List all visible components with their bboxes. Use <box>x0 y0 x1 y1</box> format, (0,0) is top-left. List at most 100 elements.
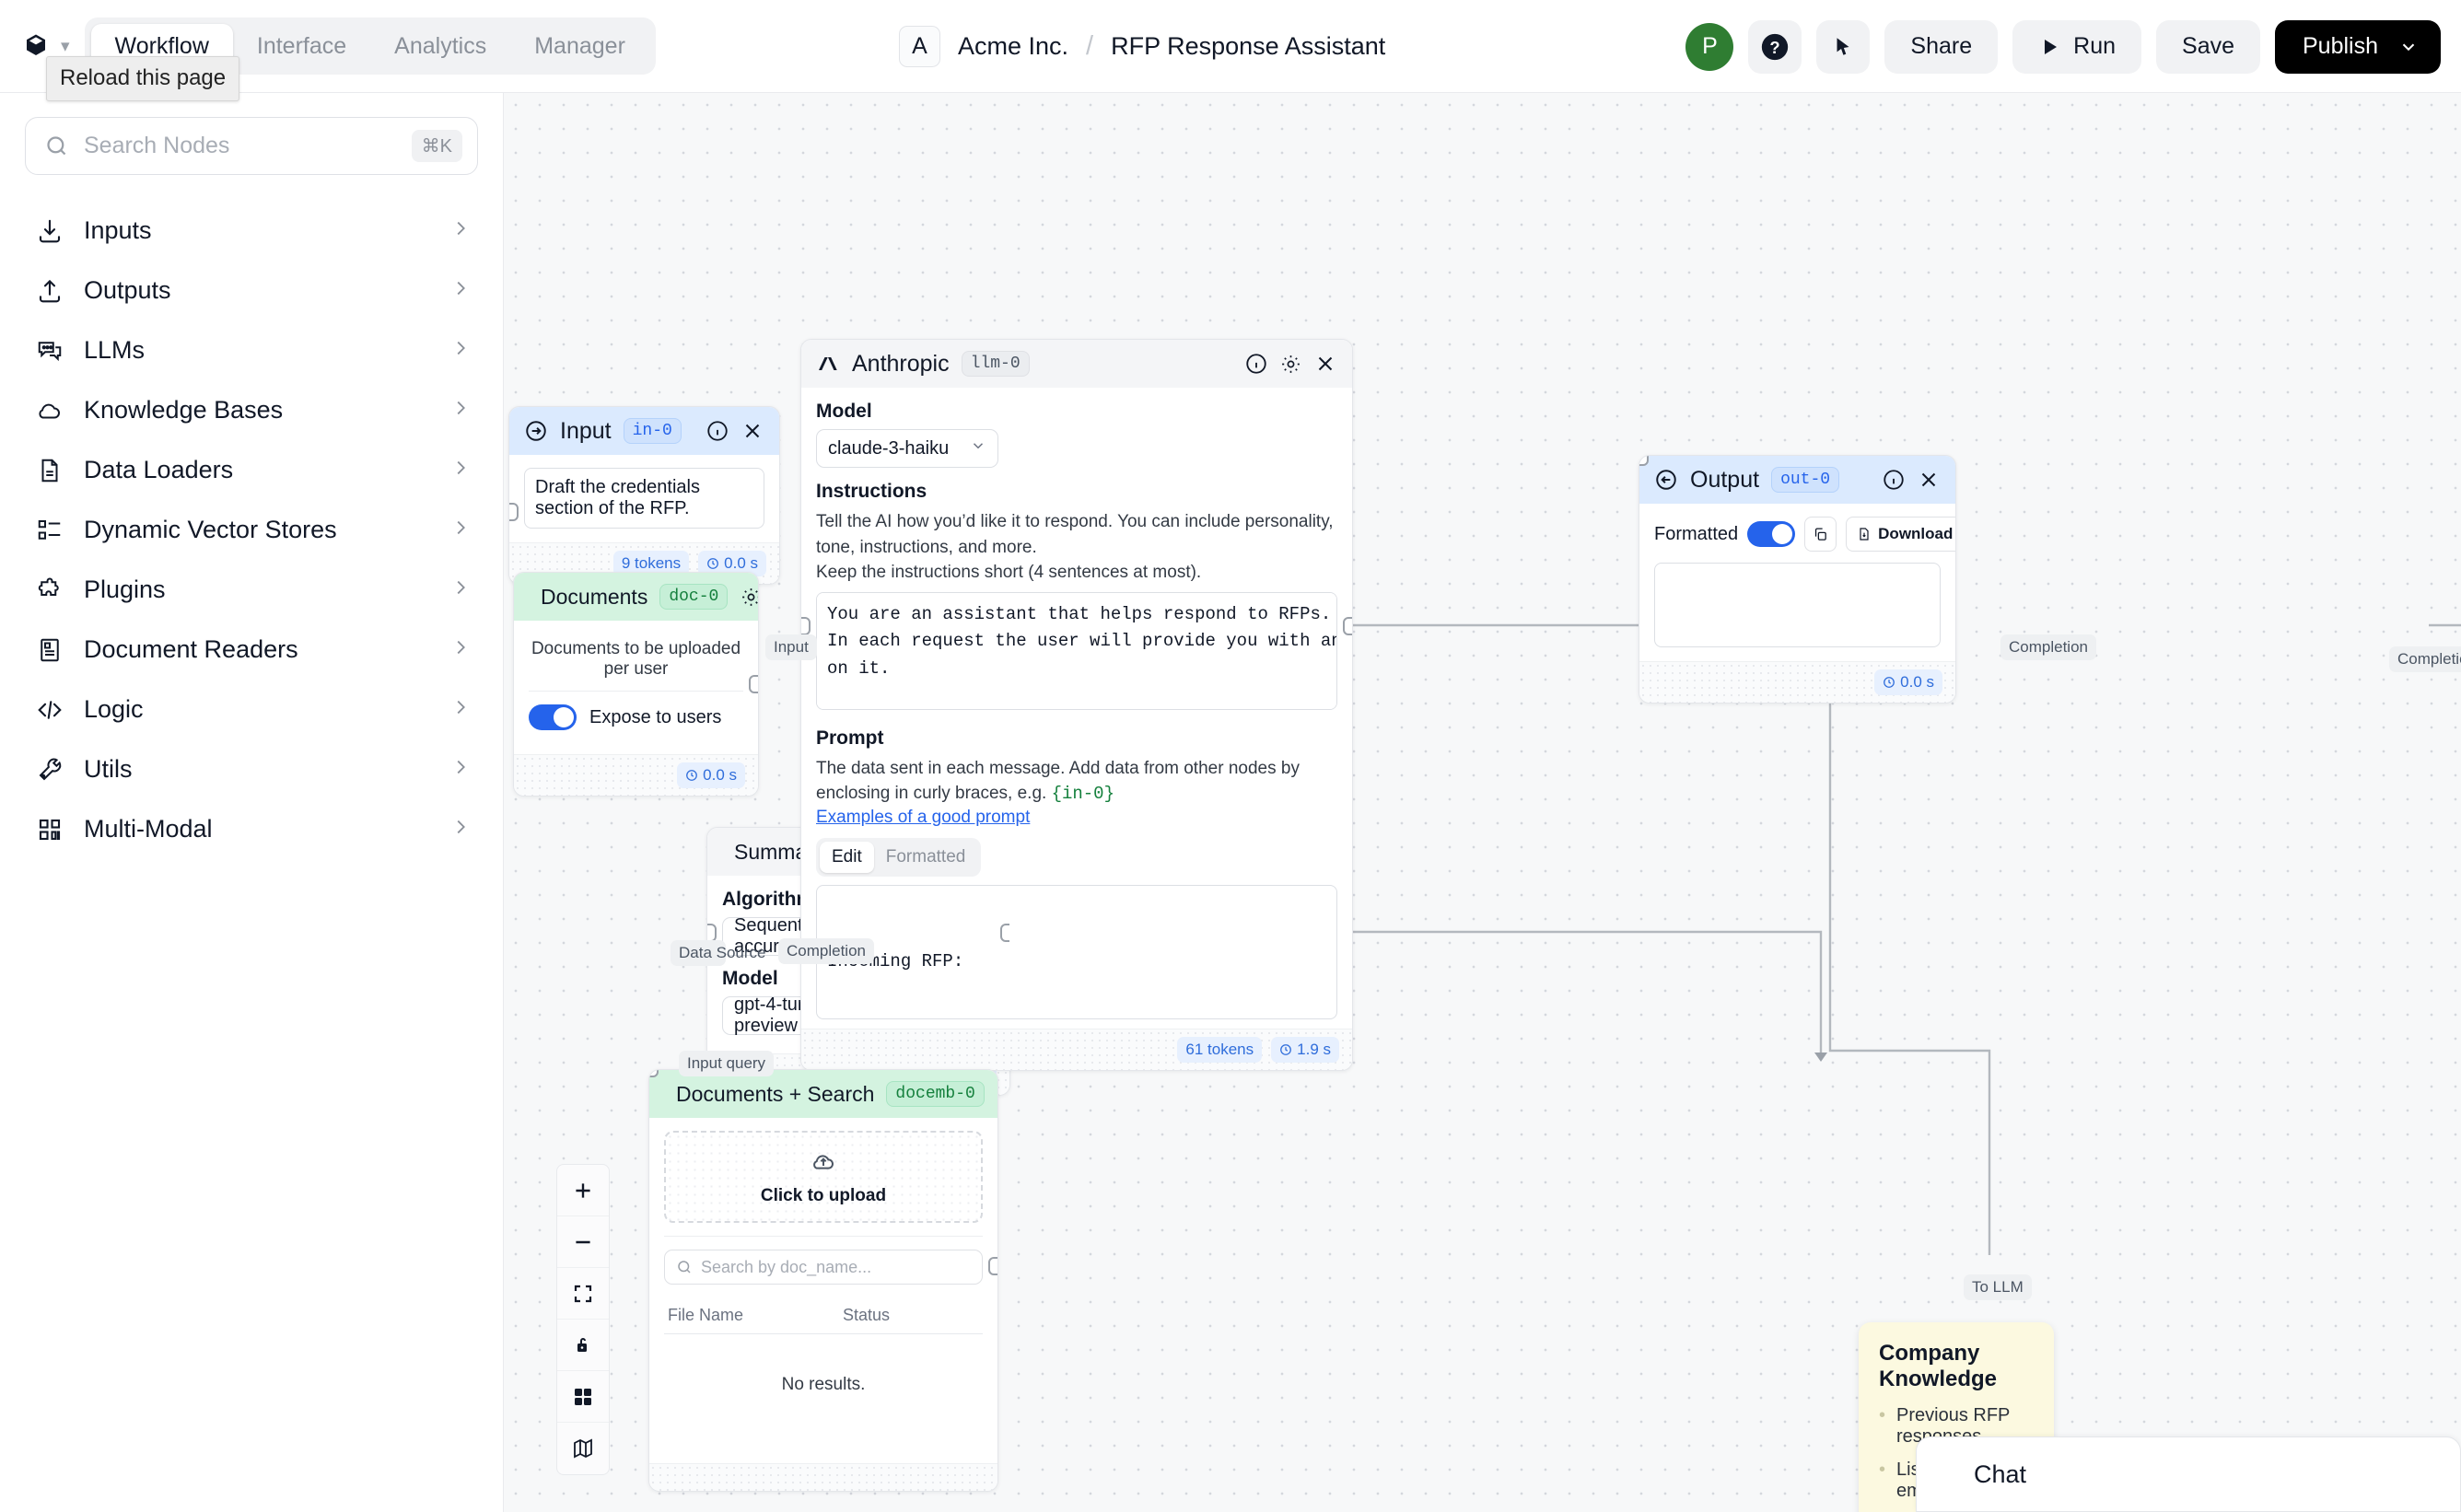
col-status: Status <box>843 1306 891 1324</box>
node-header[interactable]: Documents doc-0 <box>514 573 758 621</box>
search-icon <box>47 136 66 156</box>
grid-button[interactable] <box>557 1371 609 1423</box>
port-anthropic-completion[interactable] <box>1343 617 1352 635</box>
model-select[interactable]: claude-3-haiku <box>816 429 998 468</box>
breadcrumb-org[interactable]: Acme Inc. <box>958 32 1068 61</box>
workflow-canvas[interactable]: Input in-0 9 tokens 0.0 s <box>504 93 2461 1512</box>
node-documents-search[interactable]: Documents + Search docemb-0 Click to upl… <box>648 1069 998 1492</box>
save-button[interactable]: Save <box>2156 19 2260 74</box>
instructions-textarea[interactable] <box>816 591 1337 710</box>
tab-interface[interactable]: Interface <box>233 24 370 68</box>
chevron-down-icon <box>2402 43 2415 51</box>
input-textarea[interactable] <box>524 468 764 529</box>
port-documents-out[interactable] <box>749 675 758 693</box>
anthropic-logo-icon <box>819 357 837 370</box>
sidebar-label: LLMs <box>84 336 146 364</box>
node-header[interactable]: Input in-0 <box>509 407 779 455</box>
expose-to-users-toggle[interactable] <box>529 704 577 730</box>
sidebar-item-logic[interactable]: Logic <box>25 680 478 739</box>
fit-view-button[interactable] <box>557 1268 609 1320</box>
play-icon <box>2045 39 2058 54</box>
close-icon[interactable] <box>1917 468 1941 492</box>
copy-button[interactable] <box>1804 517 1837 552</box>
node-anthropic[interactable]: Anthropic llm-0 Model claude-3-haiku Ins… <box>800 339 1353 1071</box>
workspace-chevron-down-icon[interactable]: ▾ <box>61 36 70 57</box>
port-anthropic-input[interactable] <box>801 617 811 635</box>
formatted-toggle[interactable] <box>1747 521 1796 547</box>
node-header[interactable]: Anthropic llm-0 <box>801 340 1352 388</box>
sidebar-label: Multi-Modal <box>84 815 213 843</box>
sidebar-item-knowledge-bases[interactable]: Knowledge Bases <box>25 380 478 440</box>
zoom-in-button[interactable] <box>557 1165 609 1216</box>
search-shortcut-badge: ⌘K <box>411 130 462 162</box>
sidebar-item-multi-modal[interactable]: Multi-Modal <box>25 799 478 859</box>
sidebar-item-outputs[interactable]: Outputs <box>25 261 478 320</box>
prompt-textarea[interactable]: Incoming RFP: <RFP> {doc-0} </RFP> <box>816 884 1337 1019</box>
port-docsearch-to-llm[interactable] <box>988 1257 997 1275</box>
cursor-tool-button[interactable] <box>1816 19 1871 74</box>
port-label-summarizer-completion: Completion <box>778 938 874 965</box>
chat-panel[interactable]: Chat <box>1916 1436 2461 1512</box>
clock-icon <box>1280 1043 1292 1055</box>
node-tag: docemb-0 <box>886 1081 985 1107</box>
publish-button[interactable]: Publish <box>2275 19 2441 74</box>
minimap-button[interactable] <box>557 1423 609 1474</box>
instructions-hint-line1: Tell the AI how you’d like it to respond… <box>816 512 1334 557</box>
zoom-out-button[interactable] <box>557 1216 609 1268</box>
help-button[interactable]: ? <box>1748 19 1802 74</box>
reload-page-tooltip: Reload this page <box>46 56 240 101</box>
lock-button[interactable] <box>557 1320 609 1371</box>
info-icon[interactable] <box>997 1083 998 1106</box>
clock-icon <box>707 558 719 569</box>
close-icon[interactable] <box>1313 352 1337 376</box>
sidebar-item-data-loaders[interactable]: Data Loaders <box>25 440 478 500</box>
plus-icon <box>576 1182 590 1198</box>
doc-search-input[interactable]: Search by doc_name... <box>664 1250 983 1285</box>
sidebar-item-inputs[interactable]: Inputs <box>25 201 478 261</box>
sidebar-item-document-readers[interactable]: Document Readers <box>25 620 478 680</box>
multimodal-icon <box>36 816 84 843</box>
copy-icon <box>1815 527 1826 541</box>
node-tag: out-0 <box>1771 467 1840 493</box>
upload-icon <box>36 277 84 305</box>
port-input-out[interactable] <box>509 503 519 521</box>
node-header[interactable]: Output out-0 <box>1639 456 1955 504</box>
sidebar-item-dynamic-vector-stores[interactable]: Dynamic Vector Stores <box>25 500 478 560</box>
tab-analytics[interactable]: Analytics <box>370 24 510 68</box>
output-textarea[interactable] <box>1654 563 1941 647</box>
gear-icon[interactable] <box>1279 353 1302 376</box>
workflow-builder-app: ▾ Workflow Interface Analytics Manager R… <box>0 0 2461 1512</box>
node-header[interactable]: Documents + Search docemb-0 <box>649 1070 997 1118</box>
search-nodes-box[interactable]: ⌘K <box>25 117 478 175</box>
run-button[interactable]: Run <box>2012 19 2142 74</box>
tab-manager[interactable]: Manager <box>510 24 649 68</box>
documents-empty-state: No results. <box>781 1375 866 1394</box>
port-summarizer-data-source[interactable] <box>707 924 717 942</box>
info-icon[interactable] <box>1882 468 1906 492</box>
gear-icon[interactable] <box>740 586 759 609</box>
time-value: 0.0 s <box>1900 673 1934 691</box>
sidebar-item-utils[interactable]: Utils <box>25 739 478 799</box>
prompt-mode-formatted[interactable]: Formatted <box>874 842 978 873</box>
arrow-right-circle-icon <box>526 421 546 441</box>
sidebar-item-plugins[interactable]: Plugins <box>25 560 478 620</box>
share-button[interactable]: Share <box>1884 19 1999 74</box>
breadcrumb: A Acme Inc. / RFP Response Assistant <box>899 0 1385 93</box>
user-avatar[interactable]: P <box>1685 22 1734 71</box>
info-icon[interactable] <box>706 419 729 443</box>
node-documents[interactable]: Documents doc-0 Documents to be uploaded… <box>513 572 759 797</box>
prompt-examples-link[interactable]: Examples of a good prompt <box>816 808 1030 828</box>
port-summarizer-completion[interactable] <box>1000 924 1009 942</box>
close-icon[interactable] <box>741 419 764 443</box>
prompt-mode-edit[interactable]: Edit <box>820 841 874 873</box>
download-button[interactable]: Download <box>1846 517 1955 552</box>
upload-dropzone[interactable]: Click to upload <box>664 1131 983 1223</box>
search-input[interactable] <box>84 133 397 159</box>
document-icon <box>36 457 84 484</box>
node-output[interactable]: Output out-0 Formatted Download 0.0 s <box>1639 455 1956 704</box>
node-input[interactable]: Input in-0 9 tokens 0.0 s <box>508 406 780 585</box>
breadcrumb-project[interactable]: RFP Response Assistant <box>1111 32 1385 61</box>
map-icon <box>574 1438 592 1459</box>
sidebar-item-llms[interactable]: LLMs <box>25 320 478 380</box>
info-icon[interactable] <box>1244 352 1268 376</box>
